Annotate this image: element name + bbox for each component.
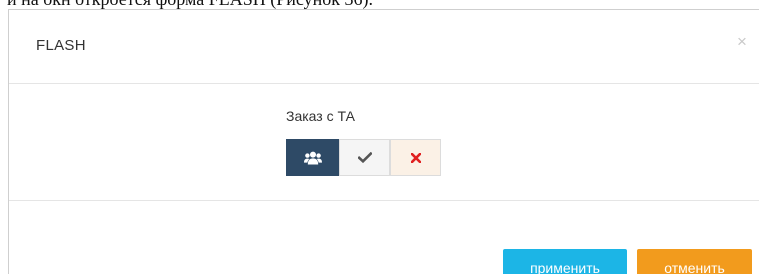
document-caption: и на окн откроется форма FLASH (Рисунок … [0,0,759,9]
field-label: Заказ с ТА [286,108,355,124]
toggle-yes-button[interactable] [339,139,390,176]
modal-footer: применить отменить [9,202,759,274]
check-icon [357,152,372,163]
toggle-all-button[interactable] [286,139,339,176]
users-icon [303,151,322,164]
modal-body: Заказ с ТА [9,85,759,201]
cancel-button[interactable]: отменить [637,249,752,274]
toggle-no-button[interactable] [390,139,441,176]
apply-button[interactable]: применить [503,249,627,274]
flash-modal: FLASH × Заказ с ТА применить отменить [8,9,759,274]
close-button[interactable]: × [734,33,750,51]
modal-title: FLASH [36,37,86,54]
cross-icon [410,152,421,163]
modal-header: FLASH × [9,10,759,84]
toggle-group [286,139,441,176]
